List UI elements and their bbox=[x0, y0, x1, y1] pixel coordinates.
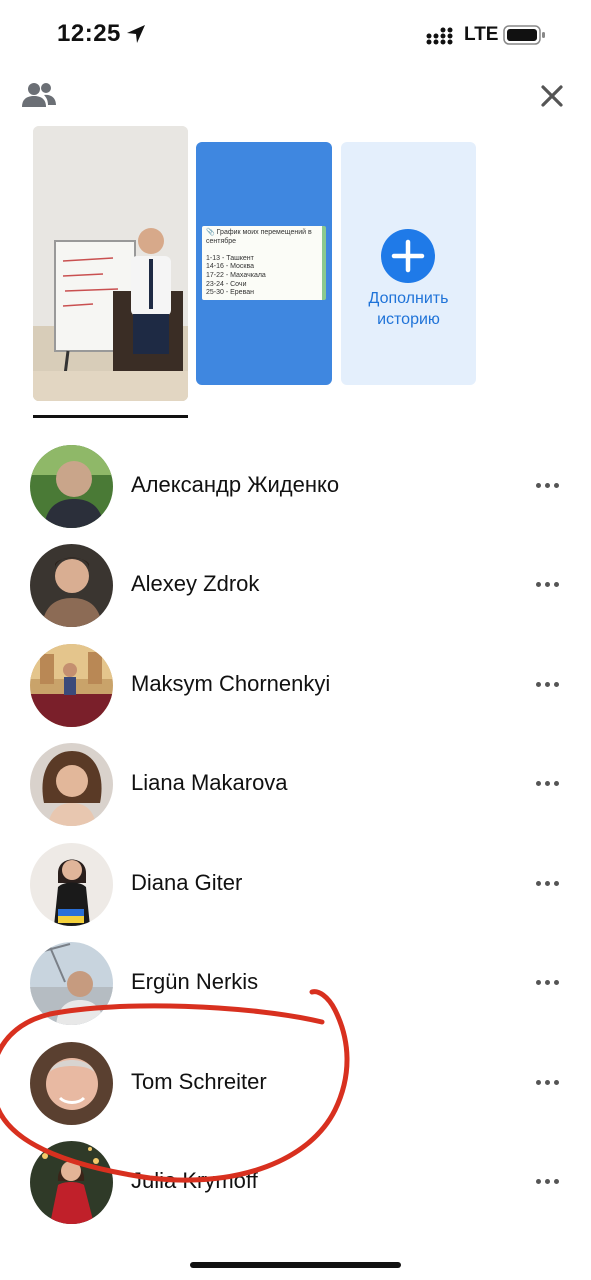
note-line: 1-13 - Ташкент bbox=[206, 254, 254, 262]
avatar bbox=[30, 1042, 113, 1125]
note-line: 17-22 - Махачкала bbox=[206, 271, 266, 279]
battery-icon bbox=[503, 25, 545, 45]
add-to-story-label: Дополнить историю bbox=[341, 288, 476, 330]
plus-icon bbox=[381, 229, 435, 283]
network-type: LTE bbox=[464, 24, 499, 45]
viewer-row[interactable]: Diana Giter bbox=[0, 839, 591, 929]
viewer-name: Tom Schreiter bbox=[131, 1069, 267, 1094]
avatar bbox=[30, 544, 113, 627]
note-line: 25-30 - Ереван bbox=[206, 289, 254, 297]
active-story-indicator bbox=[33, 415, 188, 418]
status-bar: 12:25 LTE bbox=[0, 0, 591, 70]
more-options-icon[interactable] bbox=[534, 678, 564, 692]
close-icon[interactable] bbox=[540, 84, 564, 108]
story-thumbnail-note[interactable]: 📎 График моих перемещений в сентябре 1-1… bbox=[196, 142, 332, 385]
viewer-name: Liana Makarova bbox=[131, 770, 288, 795]
add-label-line1: Дополнить bbox=[368, 290, 449, 307]
viewer-name: Ergün Nerkis bbox=[131, 969, 259, 994]
avatar bbox=[30, 1141, 113, 1224]
viewer-name: Diana Giter bbox=[131, 870, 243, 895]
note-line: 23-24 - Сочи bbox=[206, 280, 247, 288]
viewer-name: Alexey Zdrok bbox=[131, 571, 260, 596]
add-label-line2: историю bbox=[377, 311, 440, 328]
avatar bbox=[30, 843, 113, 926]
note-line: сентябре bbox=[206, 237, 237, 245]
viewer-name: Julia Krymoff bbox=[131, 1168, 258, 1193]
home-indicator bbox=[190, 1262, 401, 1268]
viewer-name: Maksym Chornenkyi bbox=[131, 671, 331, 696]
more-options-icon[interactable] bbox=[534, 479, 564, 493]
story-note: 📎 График моих перемещений в сентябре 1-1… bbox=[202, 226, 326, 300]
viewer-row[interactable]: Maksym Chornenkyi bbox=[0, 640, 591, 730]
note-line bbox=[206, 246, 318, 255]
viewer-row[interactable]: Liana Makarova bbox=[0, 739, 591, 829]
signal-dots-icon bbox=[426, 27, 453, 45]
note-line: 14-16 - Москва bbox=[206, 263, 255, 271]
avatar bbox=[30, 942, 113, 1025]
more-options-icon[interactable] bbox=[534, 976, 564, 990]
status-time: 12:25 bbox=[57, 20, 121, 47]
more-options-icon[interactable] bbox=[534, 777, 564, 791]
more-options-icon[interactable] bbox=[534, 877, 564, 891]
viewer-row[interactable]: Julia Krymoff bbox=[0, 1137, 591, 1227]
people-icon[interactable] bbox=[22, 80, 58, 110]
location-arrow-icon bbox=[127, 25, 145, 43]
avatar bbox=[30, 743, 113, 826]
viewer-row[interactable]: Александр Жиденко bbox=[0, 441, 591, 531]
more-options-icon[interactable] bbox=[534, 1076, 564, 1090]
viewer-row[interactable]: Tom Schreiter bbox=[0, 1038, 591, 1128]
viewer-row[interactable]: Alexey Zdrok bbox=[0, 540, 591, 630]
viewer-name: Александр Жиденко bbox=[131, 472, 340, 497]
more-options-icon[interactable] bbox=[534, 578, 564, 592]
viewer-row[interactable]: Ergün Nerkis bbox=[0, 938, 591, 1028]
avatar bbox=[30, 644, 113, 727]
add-to-story-button[interactable]: Дополнить историю bbox=[341, 142, 476, 385]
more-options-icon[interactable] bbox=[534, 1175, 564, 1189]
avatar bbox=[30, 445, 113, 528]
note-line: 📎 График моих перемещений в bbox=[206, 229, 312, 236]
story-thumbnail-photo[interactable] bbox=[33, 126, 188, 401]
